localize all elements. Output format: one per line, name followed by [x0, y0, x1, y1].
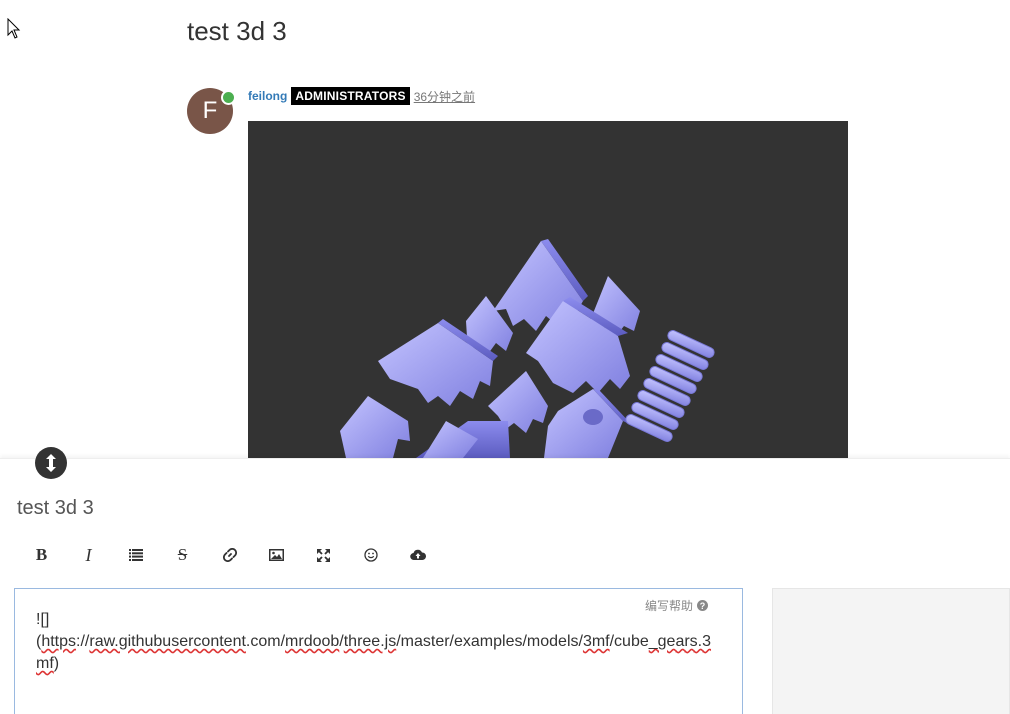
online-status-indicator: [221, 90, 236, 105]
italic-icon: I: [85, 544, 92, 565]
fullscreen-icon: [317, 548, 330, 562]
markdown-editor[interactable]: 编写帮助 ? ![] (https://raw.githubusercontent…: [14, 588, 743, 714]
list-button[interactable]: [112, 540, 159, 570]
upload-icon: [409, 549, 426, 561]
composer-resize-handle[interactable]: [35, 447, 67, 479]
resize-vertical-icon: [46, 454, 56, 472]
image-icon: [269, 549, 284, 561]
link-button[interactable]: [206, 540, 253, 570]
strikethrough-button[interactable]: S: [159, 540, 206, 570]
composer-title-input[interactable]: test 3d 3: [17, 497, 94, 520]
bold-icon: B: [35, 545, 48, 564]
mouse-cursor-icon: [7, 18, 21, 39]
emoji-icon: [363, 548, 378, 562]
post-meta: feilong ADMINISTRATORS 36分钟之前: [248, 87, 475, 105]
group-badge[interactable]: ADMINISTRATORS: [291, 87, 410, 105]
link-icon: [222, 548, 237, 562]
editor-textarea[interactable]: ![] (https://raw.githubusercontent.com/mr…: [36, 609, 726, 675]
post-timestamp[interactable]: 36分钟之前: [414, 88, 475, 105]
gear-models-render: [340, 239, 715, 458]
fullscreen-button[interactable]: [300, 540, 347, 570]
bold-button[interactable]: B: [18, 540, 65, 570]
list-icon: [128, 549, 143, 561]
formatting-toolbar: B I S: [18, 540, 441, 570]
topic-title: test 3d 3: [187, 16, 287, 46]
upload-button[interactable]: [394, 540, 441, 570]
emoji-button[interactable]: [347, 540, 394, 570]
strikethrough-icon: S: [177, 545, 188, 564]
markdown-preview: [772, 588, 1010, 714]
avatar-letter: F: [202, 97, 218, 124]
italic-button[interactable]: I: [65, 540, 112, 570]
username-link[interactable]: feilong: [248, 89, 287, 103]
3d-model-viewer[interactable]: [248, 121, 848, 458]
image-button[interactable]: [253, 540, 300, 570]
